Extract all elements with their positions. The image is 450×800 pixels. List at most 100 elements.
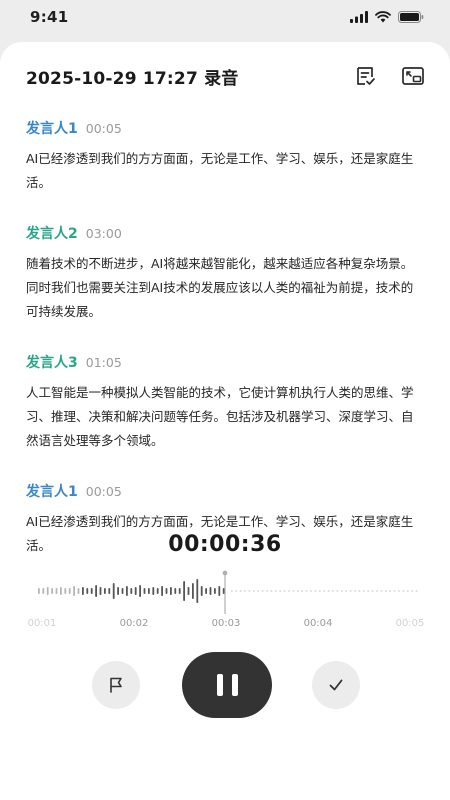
waveform-placeholder bbox=[371, 590, 374, 592]
waveform-bar bbox=[170, 587, 172, 595]
notes-button[interactable] bbox=[352, 63, 378, 89]
waveform-bar bbox=[187, 587, 190, 595]
waveform-placeholder bbox=[314, 590, 317, 592]
waveform-bar bbox=[205, 588, 207, 594]
waveform-bar bbox=[126, 586, 128, 596]
waveform-bar bbox=[77, 588, 80, 594]
speaker-timestamp: 00:05 bbox=[85, 484, 122, 499]
waveform-placeholder bbox=[266, 590, 268, 592]
speaker-timestamp: 03:00 bbox=[85, 226, 122, 241]
waveform-bar bbox=[156, 588, 159, 594]
waveform-bar bbox=[55, 588, 58, 594]
waveform-bar bbox=[104, 588, 106, 594]
waveform-placeholder bbox=[292, 590, 295, 592]
waveform-bar bbox=[143, 588, 146, 594]
waveform-bar bbox=[148, 588, 150, 594]
transcript-entry: 发言人3 01:05 人工智能是一种模拟人类智能的技术，它使计算机执行人类的思维… bbox=[26, 352, 416, 453]
waveform-placeholder bbox=[257, 590, 259, 592]
waveform-bar bbox=[51, 588, 53, 594]
waveform-placeholder bbox=[341, 590, 343, 592]
status-time: 9:41 bbox=[30, 8, 69, 26]
waveform-timeline[interactable]: 00:01 00:02 00:03 00:04 00:05 bbox=[0, 570, 450, 640]
waveform-bar bbox=[139, 585, 141, 597]
waveform-placeholder bbox=[411, 590, 413, 592]
waveform-placeholder bbox=[279, 590, 281, 592]
transcript-text: 随着技术的不断进步，AI将越来越智能化，越来越适应各种复杂场景。同时我们也需要关… bbox=[26, 256, 414, 319]
waveform-bar bbox=[174, 588, 177, 594]
waveform-placeholder bbox=[354, 590, 356, 592]
waveform-placeholder bbox=[239, 590, 242, 592]
waveform-bar bbox=[134, 587, 137, 595]
waveform-bar bbox=[222, 588, 225, 594]
waveform-placeholder bbox=[363, 590, 365, 592]
waveform-bar bbox=[214, 588, 216, 594]
header: 2025-10-29 17:27 录音 bbox=[26, 62, 426, 90]
flag-icon bbox=[110, 677, 122, 693]
playhead-handle[interactable] bbox=[222, 570, 228, 576]
waveform-bar bbox=[60, 587, 62, 595]
waveform-bar bbox=[117, 587, 119, 595]
tick-label: 00:02 bbox=[119, 618, 149, 629]
waveform bbox=[38, 570, 418, 614]
speaker-name: 发言人1 bbox=[26, 484, 78, 500]
waveform-bar bbox=[82, 587, 84, 595]
waveform-placeholder bbox=[336, 590, 339, 592]
waveform-bar bbox=[183, 581, 185, 601]
transcript-text: 人工智能是一种模拟人类智能的技术，它使计算机执行人类的思维、学习、推理、决策和解… bbox=[26, 385, 414, 448]
waveform-bar bbox=[178, 588, 181, 594]
waveform-bar bbox=[86, 588, 89, 594]
waveform-placeholder bbox=[380, 590, 383, 592]
waveform-placeholder bbox=[389, 590, 391, 592]
recorder-controls bbox=[0, 650, 450, 720]
waveform-placeholder bbox=[349, 590, 352, 592]
waveform-bar bbox=[64, 588, 67, 594]
waveform-bar bbox=[130, 588, 133, 594]
waveform-placeholder bbox=[253, 590, 255, 592]
waveform-bar bbox=[95, 585, 97, 597]
waveform-bar bbox=[73, 586, 75, 596]
page-title: 2025-10-29 17:27 录音 bbox=[26, 68, 239, 89]
cellular-signal-icon bbox=[350, 11, 368, 23]
waveform-bar bbox=[38, 588, 40, 594]
speaker-timestamp: 01:05 bbox=[85, 355, 122, 370]
waveform-placeholder bbox=[270, 590, 273, 592]
tick-label: 00:05 bbox=[395, 618, 425, 629]
waveform-placeholder bbox=[244, 590, 246, 592]
waveform-placeholder bbox=[327, 590, 330, 592]
mark-flag-button[interactable] bbox=[92, 661, 140, 709]
waveform-placeholder bbox=[323, 590, 325, 592]
waveform-placeholder bbox=[297, 590, 299, 592]
picture-in-picture-button[interactable] bbox=[400, 63, 426, 89]
battery-icon bbox=[398, 11, 424, 23]
waveform-placeholder bbox=[367, 590, 369, 592]
waveform-placeholder bbox=[358, 590, 361, 592]
waveform-placeholder bbox=[345, 590, 347, 592]
waveform-placeholder bbox=[305, 590, 308, 592]
waveform-placeholder bbox=[402, 590, 405, 592]
picture-in-picture-icon bbox=[402, 67, 424, 85]
waveform-placeholder bbox=[301, 590, 303, 592]
waveform-bar bbox=[200, 586, 203, 596]
waveform-bar bbox=[90, 588, 93, 594]
waveform-placeholder bbox=[275, 590, 277, 592]
tick-label: 00:04 bbox=[303, 618, 333, 629]
waveform-placeholder bbox=[261, 590, 264, 592]
waveform-bar bbox=[42, 588, 45, 594]
waveform-bar bbox=[209, 587, 212, 595]
finish-button[interactable] bbox=[312, 661, 360, 709]
speaker-name: 发言人2 bbox=[26, 226, 78, 242]
pause-button[interactable] bbox=[182, 652, 272, 718]
waveform-placeholder bbox=[310, 590, 312, 592]
pause-icon bbox=[216, 674, 223, 696]
waveform-placeholder bbox=[393, 590, 396, 592]
elapsed-timer: 00:00:36 bbox=[168, 532, 282, 557]
transcript-entry: 发言人1 00:05 AI已经渗透到我们的方方面面，无论是工作、学习、娱乐，还是… bbox=[26, 118, 416, 195]
waveform-bar bbox=[108, 588, 111, 594]
waveform-bar bbox=[161, 586, 163, 596]
note-check-icon bbox=[357, 67, 375, 85]
status-icons bbox=[350, 11, 424, 23]
waveform-bar bbox=[218, 586, 221, 596]
waveform-bar bbox=[121, 588, 124, 594]
tick-label: 00:01 bbox=[27, 618, 57, 629]
waveform-bar bbox=[68, 588, 71, 594]
